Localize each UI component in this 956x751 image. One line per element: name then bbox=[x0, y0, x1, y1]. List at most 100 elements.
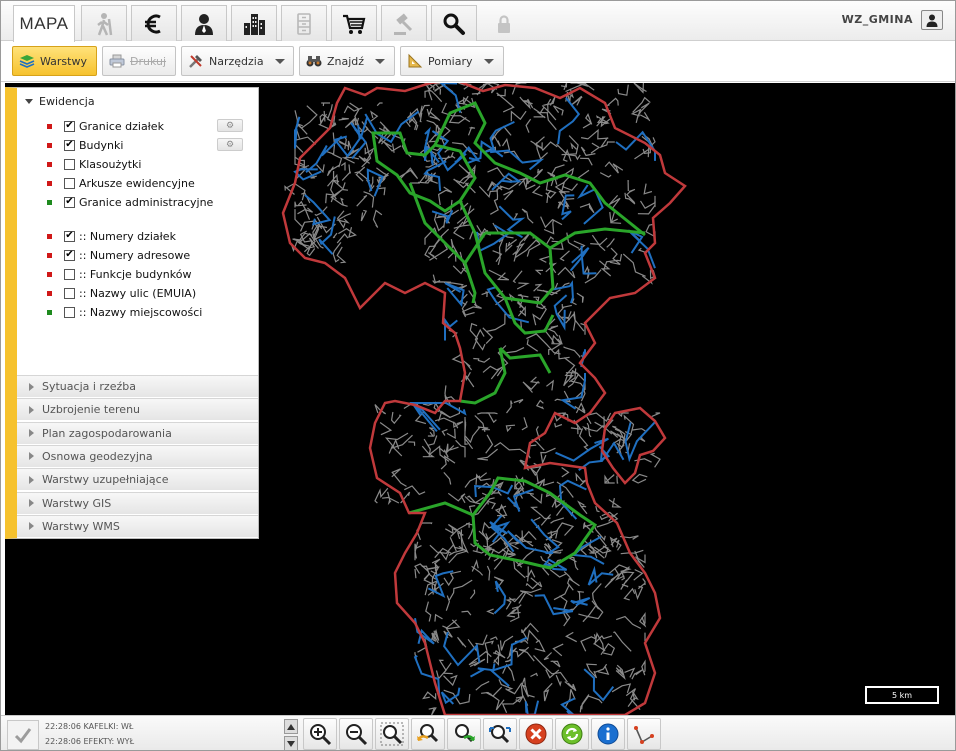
layer-row[interactable]: ✔ Granice działek bbox=[47, 117, 164, 135]
layer-row[interactable]: ✔ Budynki bbox=[47, 136, 123, 154]
tools-dropdown[interactable]: Narzędzia bbox=[181, 46, 294, 76]
zoom-previous-button[interactable] bbox=[411, 718, 445, 750]
layers-panel: Ewidencja ✔ Granice działek ⚙ ✔ Budynki ⚙ Klas… bbox=[5, 87, 259, 539]
print-button[interactable]: Drukuj bbox=[102, 46, 176, 76]
zoom-next-button[interactable] bbox=[447, 718, 481, 750]
checkmark-icon bbox=[14, 728, 32, 744]
chevron-down-icon bbox=[375, 58, 386, 64]
zoom-in-button[interactable] bbox=[303, 718, 337, 750]
find-dropdown[interactable]: Znajdź bbox=[299, 46, 395, 76]
log-scrollbar[interactable] bbox=[284, 719, 298, 750]
expand-right-icon bbox=[29, 429, 34, 438]
chevron-down-icon bbox=[274, 58, 285, 64]
layer-section-label: Osnowa geodezyjna bbox=[42, 449, 153, 463]
refresh-button[interactable] bbox=[555, 718, 589, 750]
layer-section[interactable]: Uzbrojenie terenu bbox=[17, 398, 258, 421]
layer-label: Granice administracyjne bbox=[79, 195, 214, 209]
tab-euro[interactable] bbox=[131, 5, 177, 41]
layer-row[interactable]: ✔ Granice administracyjne bbox=[47, 193, 213, 211]
top-navigation: MAPA WZ_GMINA bbox=[1, 1, 955, 42]
layer-checkbox[interactable]: ✔ bbox=[64, 139, 75, 151]
layer-checkbox[interactable] bbox=[64, 268, 75, 280]
clear-button[interactable] bbox=[519, 718, 553, 750]
gavel-icon bbox=[394, 12, 413, 35]
measure-icon bbox=[634, 726, 654, 744]
layer-checkbox[interactable]: ✔ bbox=[64, 249, 75, 261]
layer-label: Arkusze ewidencyjne bbox=[79, 176, 195, 190]
road-network-gray bbox=[284, 83, 661, 715]
zoom-previous-icon bbox=[416, 724, 439, 743]
expand-right-icon bbox=[29, 452, 34, 461]
layer-settings-button[interactable]: ⚙ bbox=[217, 119, 243, 132]
scale-bar: 5 km bbox=[865, 686, 939, 704]
tab-search[interactable] bbox=[431, 5, 477, 41]
user-account-button[interactable] bbox=[921, 10, 943, 30]
layer-checkbox[interactable]: ✔ bbox=[64, 120, 75, 132]
search-icon bbox=[443, 13, 465, 35]
refresh-icon bbox=[561, 723, 583, 745]
tab-hiker[interactable] bbox=[81, 5, 127, 41]
tab-mapa[interactable]: MAPA bbox=[13, 5, 75, 42]
measure-button[interactable] bbox=[627, 718, 661, 750]
app-window: MAPA WZ_GMINA Warstwy Drukuj Narzędzia Z… bbox=[0, 0, 956, 751]
confirm-button[interactable] bbox=[7, 720, 39, 750]
tools-dropdown-label: Narzędzia bbox=[209, 54, 264, 68]
info-button[interactable] bbox=[591, 718, 625, 750]
tab-buildings[interactable] bbox=[231, 5, 277, 41]
tab-cart[interactable] bbox=[331, 5, 377, 41]
zoom-extent-button[interactable] bbox=[375, 718, 409, 750]
layer-section[interactable]: Sytuacja i rzeźba bbox=[17, 375, 258, 397]
expand-down-icon bbox=[25, 98, 33, 104]
layer-checkbox[interactable]: ✔ bbox=[64, 196, 75, 208]
layer-section[interactable]: Warstwy GIS bbox=[17, 491, 258, 514]
scroll-up-button[interactable] bbox=[284, 719, 298, 734]
layer-color-marker bbox=[47, 233, 52, 239]
layers-button-label: Warstwy bbox=[40, 54, 87, 68]
zoom-extent-icon bbox=[380, 722, 404, 746]
expand-right-icon bbox=[29, 405, 34, 414]
tab-cabinet[interactable] bbox=[281, 5, 327, 41]
layer-section[interactable]: Warstwy uzupełniające bbox=[17, 468, 258, 491]
layer-row[interactable]: :: Nazwy ulic (EMUIA) bbox=[47, 284, 196, 302]
layer-row[interactable]: Arkusze ewidencyjne bbox=[47, 174, 195, 192]
gear-icon: ⚙ bbox=[225, 120, 235, 131]
zoom-out-button[interactable] bbox=[339, 718, 373, 750]
chevron-down-icon bbox=[483, 58, 494, 64]
layer-row[interactable]: :: Funkcje budynków bbox=[47, 265, 191, 283]
layers-button[interactable]: Warstwy bbox=[12, 46, 97, 76]
measure-dropdown[interactable]: Pomiary bbox=[400, 46, 504, 76]
tab-person[interactable] bbox=[181, 5, 227, 41]
scroll-down-button[interactable] bbox=[284, 736, 298, 750]
layer-row[interactable]: :: Nazwy miejscowości bbox=[47, 303, 202, 321]
user-name: WZ_GMINA bbox=[841, 13, 913, 26]
layer-color-marker bbox=[47, 161, 52, 167]
layer-section-label: Warstwy GIS bbox=[42, 496, 112, 510]
tab-gavel[interactable] bbox=[381, 5, 427, 41]
layer-row[interactable]: Klasoużytki bbox=[47, 155, 141, 173]
set-square-icon bbox=[408, 53, 423, 68]
layer-label: :: Nazwy ulic (EMUIA) bbox=[79, 286, 197, 300]
find-dropdown-label: Znajdź bbox=[327, 54, 365, 68]
status-bar: 22:28:06 KAFELKI: WŁ 22:28:06 EFEKTY: WY… bbox=[1, 715, 955, 750]
expand-right-icon bbox=[29, 475, 34, 484]
layer-row[interactable]: ✔:: Numery działek bbox=[47, 227, 176, 245]
layer-row[interactable]: ✔:: Numery adresowe bbox=[47, 246, 190, 264]
layer-section[interactable]: Warstwy WMS bbox=[17, 514, 258, 537]
layer-checkbox[interactable]: ✔ bbox=[64, 230, 75, 242]
printer-icon bbox=[109, 54, 125, 68]
tab-lock[interactable] bbox=[481, 5, 527, 41]
layer-settings-button[interactable]: ⚙ bbox=[217, 138, 243, 151]
tools-icon bbox=[189, 55, 202, 68]
layer-checkbox[interactable] bbox=[64, 158, 75, 170]
layer-section[interactable]: Plan zagospodarowania bbox=[17, 421, 258, 444]
layer-group-header[interactable]: Ewidencja bbox=[17, 88, 258, 114]
gear-icon: ⚙ bbox=[225, 139, 235, 150]
layer-checkbox[interactable] bbox=[64, 177, 75, 189]
map-toolbar: Warstwy Drukuj Narzędzia Znajdź Pomiary bbox=[1, 42, 955, 82]
layer-checkbox[interactable] bbox=[64, 287, 75, 299]
layer-section[interactable]: Osnowa geodezyjna bbox=[17, 444, 258, 467]
layer-color-marker bbox=[47, 199, 52, 205]
zoom-window-button[interactable] bbox=[483, 718, 517, 750]
layer-checkbox[interactable] bbox=[64, 306, 75, 318]
expand-right-icon bbox=[29, 499, 34, 507]
